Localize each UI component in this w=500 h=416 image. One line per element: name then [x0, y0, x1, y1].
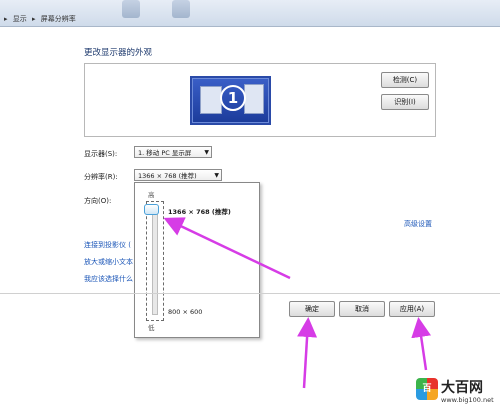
watermark-url: www.big100.net	[441, 396, 494, 404]
annotation-arrows	[163, 217, 432, 389]
watermark-name: 大百网	[441, 380, 483, 396]
arrow-to-slider-icon	[163, 217, 291, 280]
arrow-to-apply-icon	[411, 317, 432, 371]
watermark-logo-icon: 百	[416, 378, 438, 400]
arrow-to-ok-icon	[297, 317, 318, 389]
